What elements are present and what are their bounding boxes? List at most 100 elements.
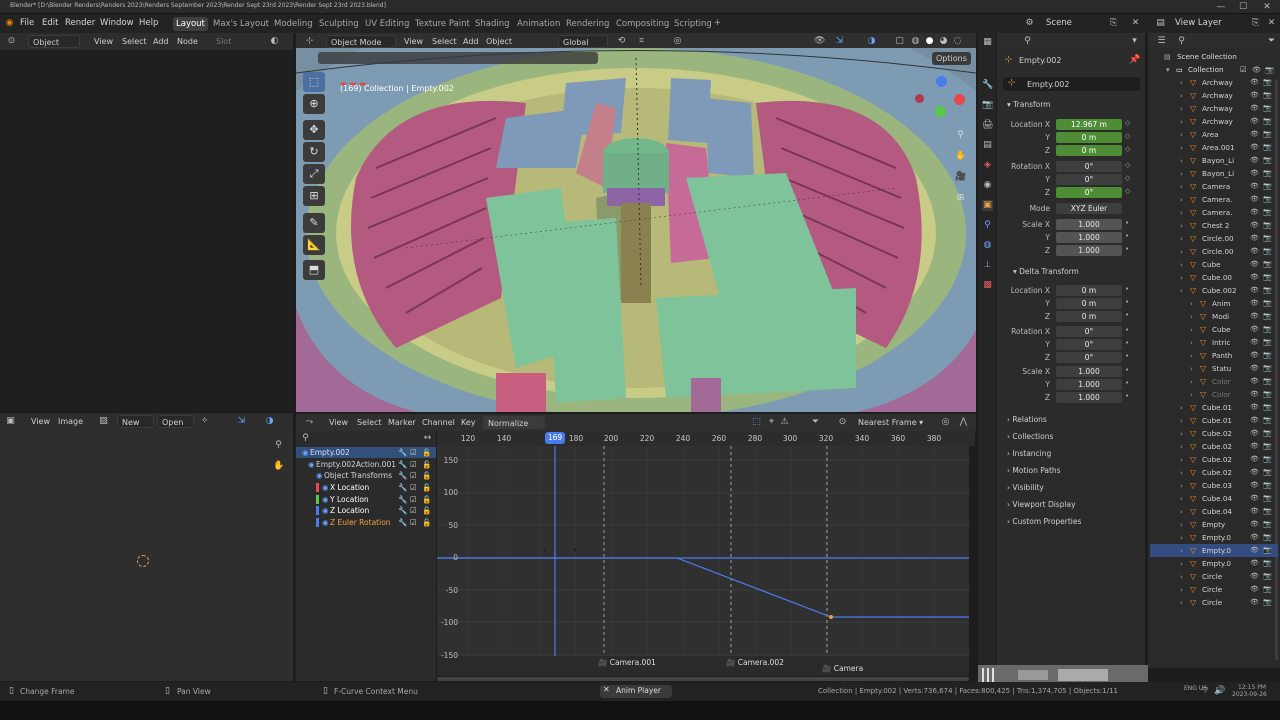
keyframe-dot-rotation-x[interactable]: ◇ (1125, 161, 1130, 169)
channel-mute-checkbox[interactable]: ☑ (410, 505, 417, 516)
outliner-row[interactable]: › ▽ Panth 👁 📷 (1150, 349, 1278, 362)
expand-icon[interactable]: › (1190, 388, 1193, 401)
expand-icon[interactable]: › (1180, 427, 1183, 440)
editor-type-icon[interactable]: ⊙ (6, 36, 17, 47)
eye-icon[interactable]: 👁 (1250, 141, 1259, 154)
channel-mute-checkbox[interactable]: ☑ (410, 494, 417, 505)
proportional-icon[interactable]: ◎ (672, 36, 683, 47)
channel-resize-icon[interactable]: ↔ (422, 433, 433, 444)
field-delta_rotation-y[interactable]: 0° (1056, 339, 1122, 350)
render-icon[interactable]: 📷 (1263, 232, 1272, 245)
keyframe-dot-location-x[interactable]: ◇ (1125, 119, 1130, 127)
channel-lock-icon[interactable]: 🔓 (422, 505, 431, 516)
options-dropdown[interactable]: Options (932, 52, 971, 65)
field-delta_rotation-z[interactable]: 0° (1056, 352, 1122, 363)
eye-icon[interactable]: 👁 (1250, 375, 1259, 388)
outliner-row[interactable]: › ▽ Archway 👁 📷 (1150, 115, 1278, 128)
expand-icon[interactable]: › (1180, 570, 1183, 583)
expand-icon[interactable]: › (1180, 193, 1183, 206)
render-icon[interactable]: 📷 (1263, 297, 1272, 310)
channel-eye-icon[interactable]: ◉ (316, 470, 323, 481)
expand-icon[interactable]: › (1190, 323, 1193, 336)
expand-icon[interactable]: › (1180, 479, 1183, 492)
gizmo-y-axis[interactable] (935, 106, 946, 117)
expand-icon[interactable]: › (1180, 453, 1183, 466)
eye-icon[interactable]: 👁 (1250, 258, 1259, 271)
eye-icon[interactable]: 👁 (1250, 102, 1259, 115)
expand-icon[interactable]: › (1180, 76, 1183, 89)
properties-type-icon[interactable]: ▦ (982, 37, 993, 48)
outliner-row[interactable]: › ▽ Archway 👁 📷 (1150, 102, 1278, 115)
keyframe-dot-delta_scale-x[interactable]: • (1125, 366, 1129, 374)
render-tab-icon[interactable]: 📷 (982, 100, 993, 111)
channel-row[interactable]: ◉ Empty.002 🔧 ☑ 🔓 (298, 447, 434, 458)
snap-mode-dropdown[interactable]: Nearest Frame ▾ (858, 416, 930, 429)
expand-icon[interactable]: › (1180, 284, 1183, 297)
show-errors-icon[interactable]: ⚠ (779, 417, 790, 428)
tab-modeling[interactable]: Modeling (271, 17, 316, 31)
graph-menu-view[interactable]: View (329, 416, 348, 429)
eye-icon[interactable]: 👁 (1250, 440, 1259, 453)
filter-icon[interactable]: ⏷ (810, 417, 821, 428)
rotation-mode-dropdown[interactable]: XYZ Euler (1056, 203, 1122, 214)
render-icon[interactable]: 📷 (1263, 557, 1272, 570)
eye-icon[interactable]: 👁 (1250, 583, 1259, 596)
tab-uv-editing[interactable]: UV Editing (362, 17, 412, 31)
scene-tab-icon[interactable]: ◈ (982, 160, 993, 171)
render-icon[interactable]: 📷 (1263, 492, 1272, 505)
field-rotation-y[interactable]: 0° (1056, 174, 1122, 185)
eye-icon[interactable]: 👁 (1250, 323, 1259, 336)
keyframe-dot-delta_location-z[interactable]: • (1125, 311, 1129, 319)
expand-icon[interactable]: › (1180, 544, 1183, 557)
field-scale-z[interactable]: 1.000 (1056, 245, 1122, 256)
channel-lock-icon[interactable]: 🔓 (422, 447, 431, 458)
keyframe-dot-rotation-z[interactable]: ◇ (1125, 187, 1130, 195)
outliner-row[interactable]: › ▽ Cube.02 👁 📷 (1150, 466, 1278, 479)
proportional-edit-icon[interactable]: ◎ (940, 417, 951, 428)
tab-sculpting[interactable]: Sculpting (316, 17, 362, 31)
viewport-pan-icon[interactable]: ✋ (955, 151, 966, 162)
channel-row[interactable]: ◉ Empty.002Action.001 🔧 ☑ 🔓 (298, 459, 434, 470)
expand-icon[interactable]: › (1180, 115, 1183, 128)
wireframe-shading-icon[interactable]: ◍ (910, 36, 921, 47)
timeline-marker[interactable]: 🎥 Camera.002 (726, 658, 784, 667)
marker-strip[interactable] (437, 656, 969, 676)
outliner-row[interactable]: › ▽ Circle.00 👁 📷 (1150, 232, 1278, 245)
outliner-search-icon[interactable]: ⚲ (1176, 36, 1187, 47)
graph-select-icon[interactable]: ⬚ (751, 417, 762, 428)
normalize-toggle[interactable]: Normalize (483, 416, 545, 429)
properties-section-2[interactable]: › Instancing (1007, 447, 1051, 461)
eye-icon[interactable]: 👁 (1250, 76, 1259, 89)
gizmo-icon[interactable]: ⇲ (236, 416, 247, 427)
render-icon[interactable]: 📷 (1263, 284, 1272, 297)
annotate-tool[interactable]: ✎ (303, 213, 325, 233)
rotate-tool[interactable]: ↻ (303, 142, 325, 162)
channel-row[interactable]: ◉ Z Location 🔧 ☑ 🔓 (298, 505, 434, 516)
eye-icon[interactable]: 👁 (1250, 453, 1259, 466)
gizmo-toggle-icon[interactable]: ⇲ (834, 36, 845, 47)
keyframe-dot-delta_scale-y[interactable]: • (1125, 379, 1129, 387)
field-delta_scale-z[interactable]: 1.000 (1056, 392, 1122, 403)
eye-icon[interactable]: 👁 (1250, 388, 1259, 401)
left-menu-node[interactable]: Node (177, 35, 198, 48)
solid-shading-icon[interactable]: ● (924, 36, 935, 47)
expand-icon[interactable]: › (1180, 466, 1183, 479)
keyframe-dot-delta_scale-z[interactable]: • (1125, 392, 1129, 400)
channel-eye-icon[interactable]: ◉ (322, 517, 329, 528)
field-delta_scale-y[interactable]: 1.000 (1056, 379, 1122, 390)
expand-icon[interactable]: › (1180, 102, 1183, 115)
eye-icon[interactable]: 👁 (1250, 336, 1259, 349)
render-icon[interactable]: 📷 (1263, 167, 1272, 180)
outliner-row[interactable]: › ▽ Circle.00 👁 📷 (1150, 245, 1278, 258)
expand-icon[interactable]: › (1180, 154, 1183, 167)
outliner-row[interactable]: › ▽ Cube 👁 📷 (1150, 258, 1278, 271)
expand-icon[interactable]: › (1190, 310, 1193, 323)
eye-icon[interactable]: 👁 (1250, 401, 1259, 414)
expand-icon[interactable]: › (1180, 414, 1183, 427)
keyframe-dot-rotation-y[interactable]: ◇ (1125, 174, 1130, 182)
eye-icon[interactable]: 👁 (1250, 466, 1259, 479)
channel-mute-checkbox[interactable]: ☑ (410, 470, 417, 481)
tab-rendering[interactable]: Rendering (563, 17, 612, 31)
add-cube-tool[interactable]: ⬒ (303, 260, 325, 280)
blender-logo-icon[interactable]: ◉ (4, 18, 15, 29)
